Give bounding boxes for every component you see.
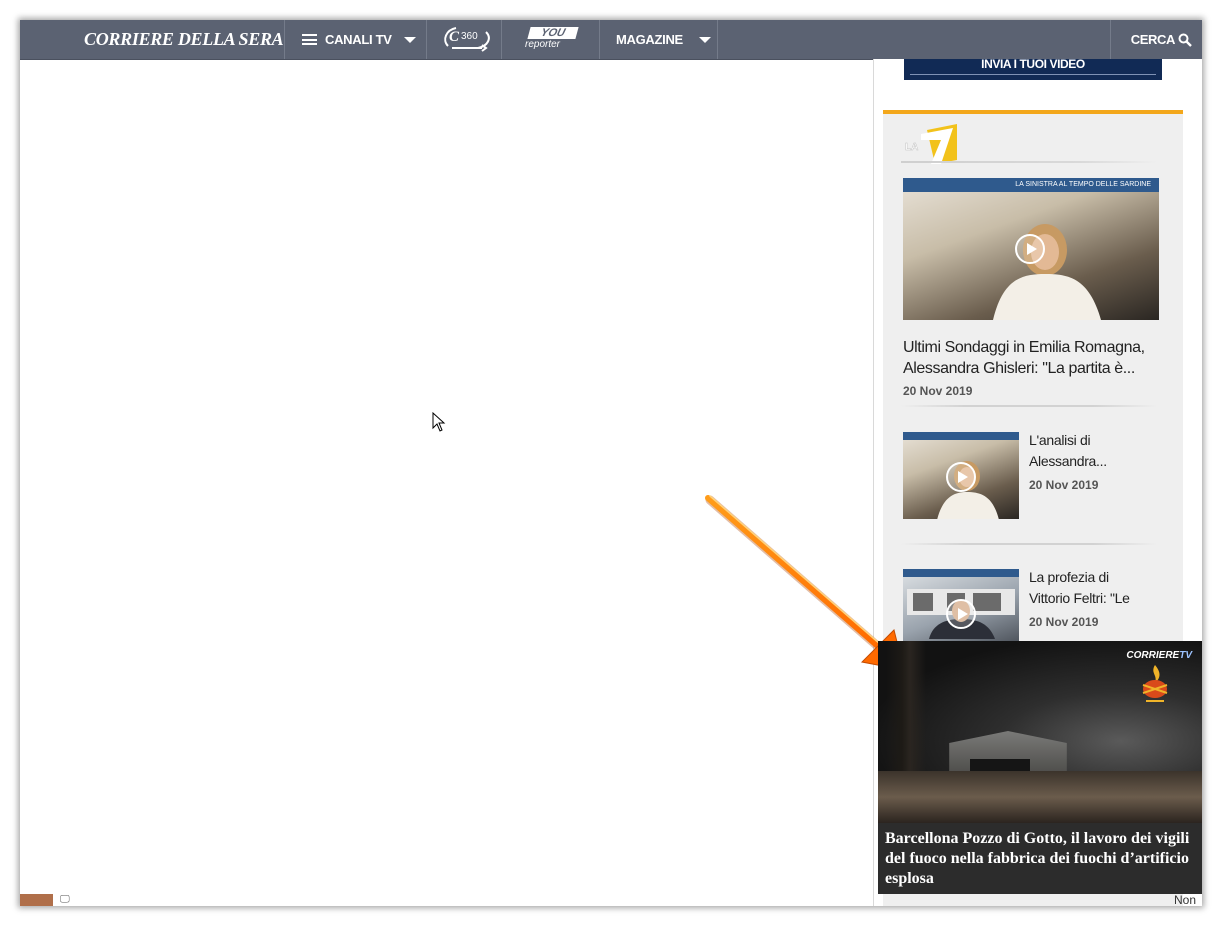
video-title-line: Alessandra... bbox=[1029, 453, 1107, 469]
nav-divider bbox=[284, 20, 285, 59]
mouse-cursor-icon bbox=[432, 412, 446, 432]
nav-divider bbox=[717, 20, 718, 59]
floating-video[interactable]: CORRIERETV bbox=[878, 641, 1202, 823]
nav-divider bbox=[426, 20, 427, 59]
video-thumbnail-banner bbox=[903, 569, 1019, 577]
c360-icon: C 360 bbox=[444, 27, 490, 52]
nav-c360-logo[interactable]: C 360 bbox=[442, 24, 492, 54]
browser-window: CORRIERE DELLA SERA CANALI TV C 360 YOU … bbox=[20, 20, 1202, 906]
firefighters-emblem-icon bbox=[1142, 665, 1168, 702]
tree-silhouette bbox=[886, 641, 926, 791]
play-icon bbox=[946, 462, 976, 492]
divider bbox=[901, 161, 1157, 163]
divider bbox=[901, 543, 1157, 545]
la7-logo[interactable]: LA bbox=[901, 124, 961, 166]
video-thumbnail-main[interactable]: LA SINISTRA AL TEMPO DELLE SARDINE bbox=[903, 178, 1159, 320]
corriere-tv-logo: CORRIERETV bbox=[1126, 650, 1192, 661]
svg-text:360: 360 bbox=[461, 31, 478, 42]
video-title-main[interactable]: Ultimi Sondaggi in Emilia Romagna, Aless… bbox=[903, 337, 1145, 379]
floating-video-player[interactable]: CORRIERETV Barcellona Pozzo di Gotto, il… bbox=[878, 641, 1202, 894]
monitor-icon: 🖵 bbox=[60, 894, 70, 905]
nav-channels-menu[interactable]: CANALI TV bbox=[302, 20, 416, 59]
nav-you-reporter-logo[interactable]: YOU reporter bbox=[523, 27, 579, 53]
you-reporter-bottom: reporter bbox=[525, 39, 561, 50]
nav-divider bbox=[599, 20, 600, 59]
play-icon bbox=[946, 599, 976, 629]
chevron-down-icon bbox=[698, 36, 711, 43]
video-thumbnail-banner: LA SINISTRA AL TEMPO DELLE SARDINE bbox=[903, 178, 1159, 192]
site-logo[interactable]: CORRIERE DELLA SERA bbox=[84, 29, 284, 50]
top-navigation: CORRIERE DELLA SERA CANALI TV C 360 YOU … bbox=[20, 20, 1202, 60]
floating-video-caption: Barcellona Pozzo di Gotto, il lavoro dei… bbox=[885, 830, 1190, 887]
video-thumbnail-banner bbox=[903, 432, 1019, 440]
chevron-down-icon bbox=[403, 36, 416, 43]
upload-video-label: INVIA I TUOI VIDEO bbox=[981, 57, 1085, 71]
status-text: Non bbox=[1173, 893, 1196, 906]
corriere-tv-logo-prefix: CORRIERE bbox=[1126, 650, 1180, 661]
video-thumbnail-small[interactable] bbox=[903, 432, 1019, 519]
nav-magazine-menu[interactable]: MAGAZINE bbox=[616, 20, 711, 59]
svg-text:C: C bbox=[449, 29, 460, 45]
thumbnail-fragment bbox=[20, 894, 53, 906]
bottom-strip: 🖵 Non bbox=[20, 893, 1202, 906]
presenter-figure bbox=[993, 224, 1101, 320]
video-date: 20 Nov 2019 bbox=[903, 384, 973, 398]
corriere-tv-logo-suffix: TV bbox=[1179, 650, 1192, 661]
you-reporter-top: YOU bbox=[527, 27, 579, 39]
video-title-line: L'analisi di bbox=[1029, 432, 1091, 448]
nav-divider bbox=[1110, 20, 1111, 59]
play-icon bbox=[1015, 234, 1045, 264]
search-button[interactable]: CERCA bbox=[1131, 20, 1192, 59]
svg-text:LA: LA bbox=[905, 142, 918, 153]
video-date: 20 Nov 2019 bbox=[1029, 615, 1099, 629]
video-title-line: Ultimi Sondaggi in Emilia Romagna, bbox=[903, 339, 1145, 356]
video-date: 20 Nov 2019 bbox=[1029, 478, 1099, 492]
nav-divider bbox=[501, 20, 502, 59]
search-label: CERCA bbox=[1130, 32, 1176, 47]
nav-magazine-label: MAGAZINE bbox=[616, 32, 683, 47]
upload-video-button[interactable]: INVIA I TUOI VIDEO bbox=[904, 57, 1162, 80]
menu-icon bbox=[302, 34, 317, 45]
video-title-small[interactable]: L'analisi di Alessandra... bbox=[1029, 430, 1149, 472]
video-title-line: La profezia di bbox=[1029, 569, 1109, 585]
search-icon bbox=[1178, 33, 1192, 47]
video-title-line: Vittorio Feltri: "Le bbox=[1029, 590, 1130, 606]
video-title-line: Alessandra Ghisleri: "La partita è... bbox=[903, 360, 1135, 377]
video-title-small[interactable]: La profezia di Vittorio Feltri: "Le bbox=[1029, 567, 1149, 609]
nav-channels-label: CANALI TV bbox=[325, 32, 392, 47]
divider bbox=[901, 405, 1157, 407]
debris-ground bbox=[878, 771, 1202, 823]
